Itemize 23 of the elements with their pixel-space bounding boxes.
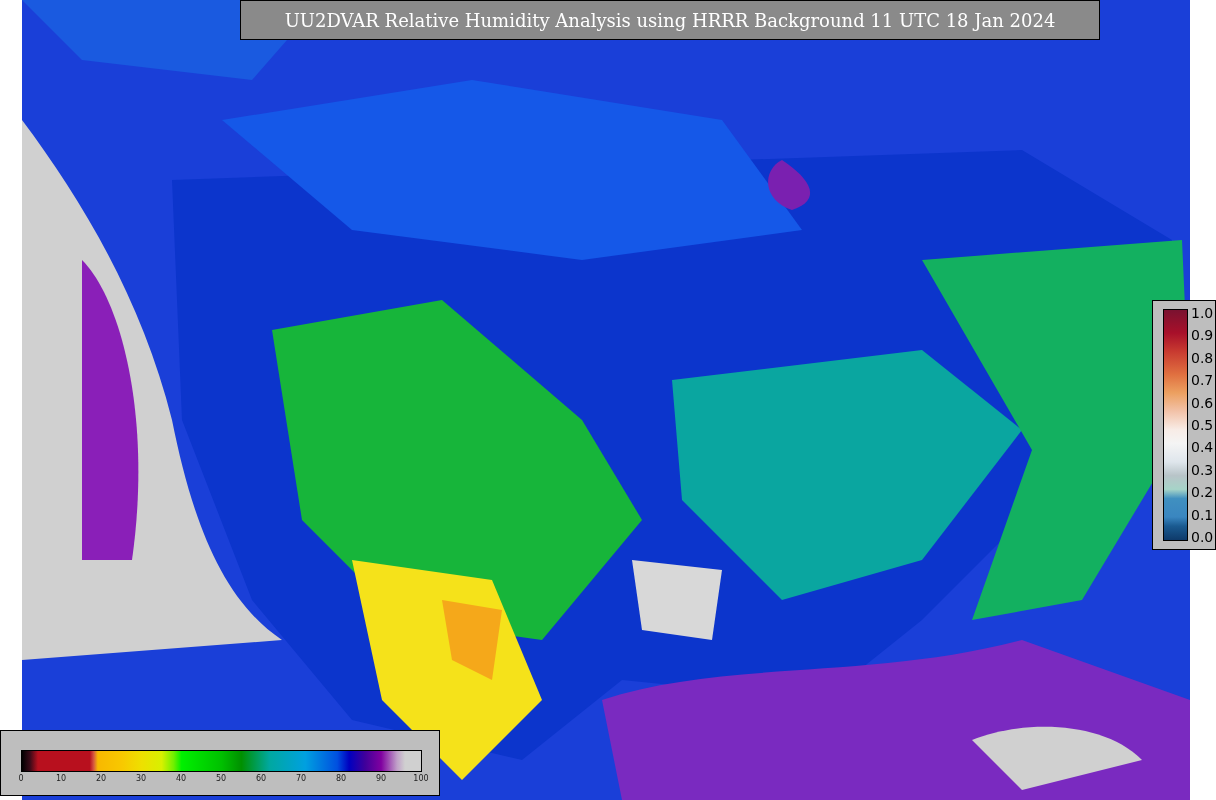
colorbar-tick-label: 0.8 bbox=[1191, 349, 1214, 366]
colorbar-tick-label: 80 bbox=[335, 774, 347, 784]
colorbar-tick-label: 0.5 bbox=[1191, 416, 1214, 433]
colorbar-tick-label: 40 bbox=[175, 774, 187, 784]
colorbar-tick-label: 0 bbox=[18, 774, 24, 784]
colorbar-tick-label: 30 bbox=[135, 774, 147, 784]
map-title: UU2DVAR Relative Humidity Analysis using HRRR Background 11 UTC 18 Jan 2024 bbox=[240, 0, 1100, 40]
colorbar-tick-label: 70 bbox=[295, 774, 307, 784]
colorbar-tick-label: 0.2 bbox=[1191, 484, 1214, 501]
colorbar-tick-label: 100 bbox=[413, 774, 429, 784]
colorbar-tick-label: 0.1 bbox=[1191, 506, 1214, 523]
colorbar-tick-label: 0.0 bbox=[1191, 528, 1214, 545]
colorbar-tick-label: 0.3 bbox=[1191, 461, 1214, 478]
colorbar-tick-label: 0.4 bbox=[1191, 439, 1214, 456]
colorbar-tick-label: 10 bbox=[55, 774, 67, 784]
colorbar-tick-label: 0.6 bbox=[1191, 394, 1214, 411]
colorbar-tick-label: 50 bbox=[215, 774, 227, 784]
colorbar-tick-label: 20 bbox=[95, 774, 107, 784]
colorbar-tick-label: 90 bbox=[375, 774, 387, 784]
colorbar-tick-label: 0.9 bbox=[1191, 327, 1214, 344]
colorbar-tick-label: 0.7 bbox=[1191, 372, 1214, 389]
colorbar-tick-label: 60 bbox=[255, 774, 267, 784]
colorbar-tick-label: 1.0 bbox=[1191, 305, 1214, 321]
